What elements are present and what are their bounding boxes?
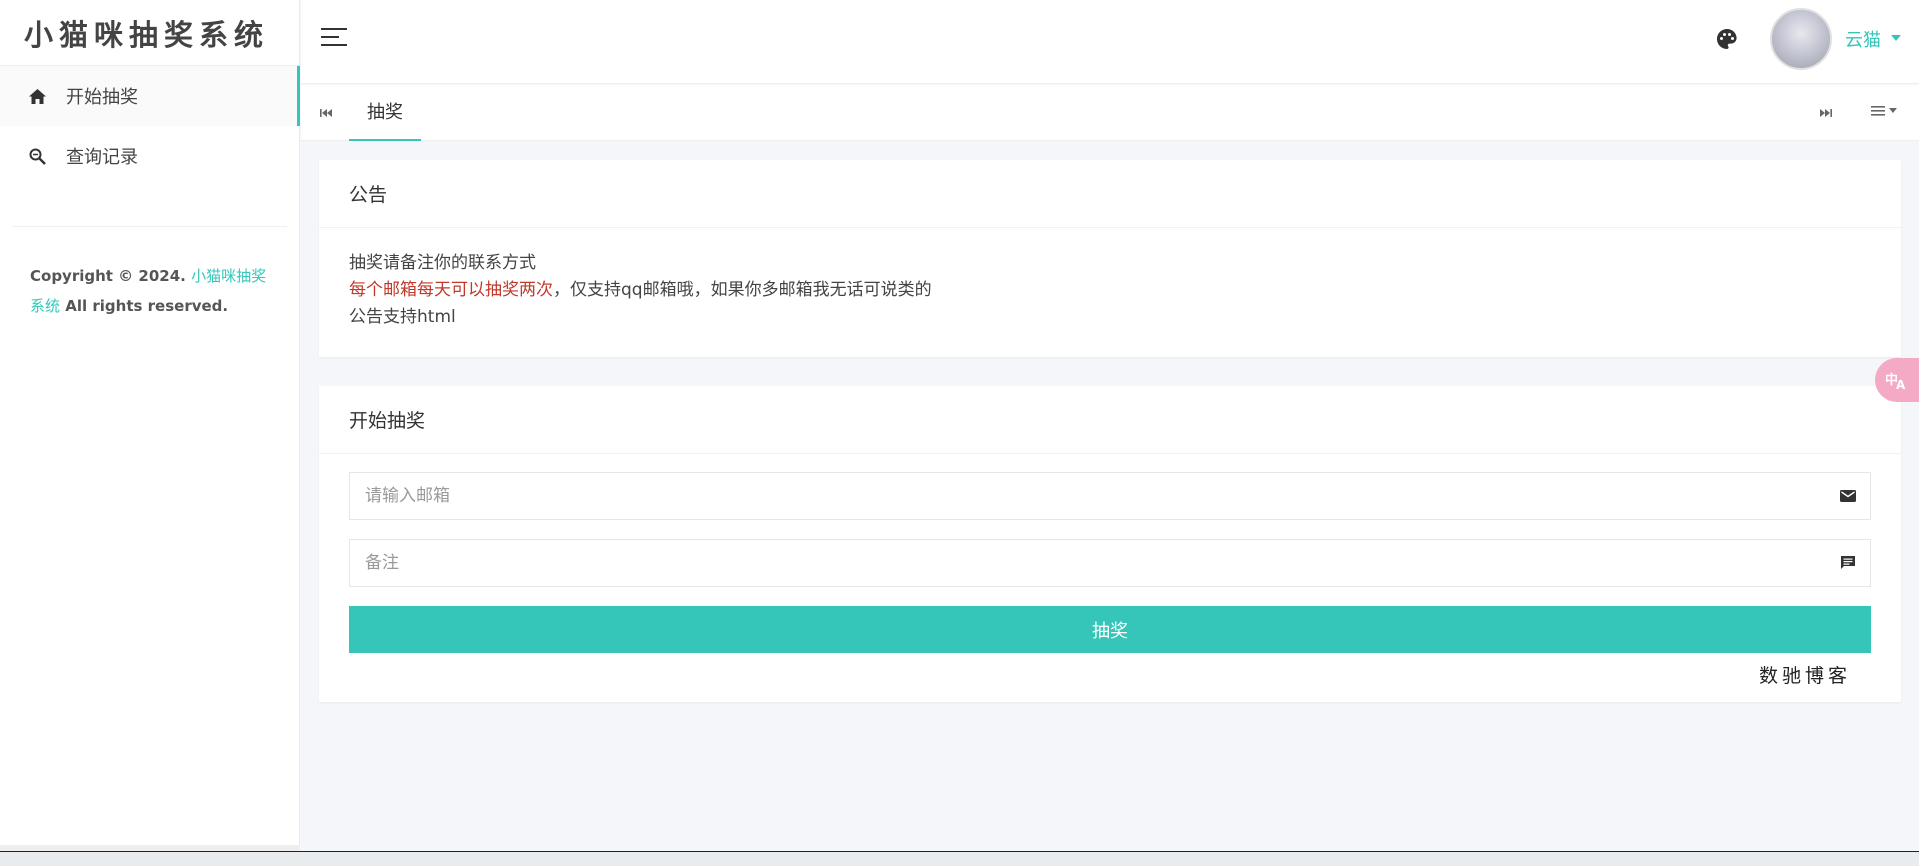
menu-toggle-icon[interactable] bbox=[321, 28, 347, 48]
search-icon bbox=[28, 147, 46, 165]
translate-icon[interactable]: 中A bbox=[1875, 358, 1919, 402]
tab-menu-icon[interactable] bbox=[1871, 105, 1897, 117]
blog-signature: 数驰博客 bbox=[1758, 665, 1851, 687]
notice-highlight: 每个邮箱每天可以抽奖两次 bbox=[349, 280, 553, 300]
chevron-down-icon[interactable] bbox=[1891, 35, 1901, 41]
sidebar-item-query-records[interactable]: 查询记录 bbox=[0, 126, 299, 186]
svg-text:A: A bbox=[1896, 378, 1906, 391]
notice-line-2-rest: ，仅支持qq邮箱哦，如果你多邮箱我无话可说类的 bbox=[553, 280, 932, 300]
sidebar: 小猫咪抽奖系统 开始抽奖 查询记录 Copyright © 2024. 小猫咪抽… bbox=[0, 0, 300, 851]
tab-scroll-right-icon[interactable] bbox=[1819, 105, 1833, 124]
bottom-strip bbox=[0, 851, 1919, 866]
notice-card: 公告 抽奖请备注你的联系方式 每个邮箱每天可以抽奖两次，仅支持qq邮箱哦，如果你… bbox=[319, 160, 1901, 357]
app-title: 小猫咪抽奖系统 bbox=[0, 0, 299, 66]
draw-card: 开始抽奖 抽奖 数驰博客 bbox=[319, 386, 1901, 702]
tab-scroll-left-icon[interactable] bbox=[319, 105, 333, 124]
sidebar-item-label: 查询记录 bbox=[66, 147, 138, 168]
palette-icon[interactable] bbox=[1715, 27, 1739, 51]
sidebar-item-label: 开始抽奖 bbox=[66, 87, 138, 108]
email-field[interactable] bbox=[350, 473, 1870, 519]
top-header: 云猫 bbox=[301, 0, 1919, 84]
tab-bar: 抽奖 bbox=[301, 85, 1919, 141]
draw-button[interactable]: 抽奖 bbox=[349, 606, 1871, 653]
draw-title: 开始抽奖 bbox=[319, 386, 1901, 454]
notice-title: 公告 bbox=[319, 160, 1901, 228]
note-field-wrapper bbox=[349, 539, 1871, 587]
draw-form: 抽奖 bbox=[319, 454, 1901, 653]
notice-line-3: 公告支持html bbox=[349, 307, 456, 327]
mail-icon bbox=[1840, 488, 1858, 506]
note-field[interactable] bbox=[350, 540, 1870, 586]
copyright: Copyright © 2024. 小猫咪抽奖系统 All rights res… bbox=[0, 227, 299, 321]
home-icon bbox=[28, 87, 46, 105]
comment-icon bbox=[1840, 555, 1858, 573]
tab-draw[interactable]: 抽奖 bbox=[349, 85, 421, 141]
sidebar-item-start-draw[interactable]: 开始抽奖 bbox=[0, 66, 300, 126]
copyright-suffix: All rights reserved. bbox=[65, 297, 229, 315]
avatar[interactable] bbox=[1770, 8, 1832, 70]
notice-line-2: 每个邮箱每天可以抽奖两次，仅支持qq邮箱哦，如果你多邮箱我无话可说类的 bbox=[349, 277, 1871, 304]
copyright-prefix: Copyright © 2024. bbox=[30, 267, 186, 285]
notice-body: 抽奖请备注你的联系方式 每个邮箱每天可以抽奖两次，仅支持qq邮箱哦，如果你多邮箱… bbox=[319, 228, 1901, 353]
notice-line-1: 抽奖请备注你的联系方式 bbox=[349, 253, 536, 273]
username[interactable]: 云猫 bbox=[1845, 26, 1881, 52]
email-field-wrapper bbox=[349, 472, 1871, 520]
